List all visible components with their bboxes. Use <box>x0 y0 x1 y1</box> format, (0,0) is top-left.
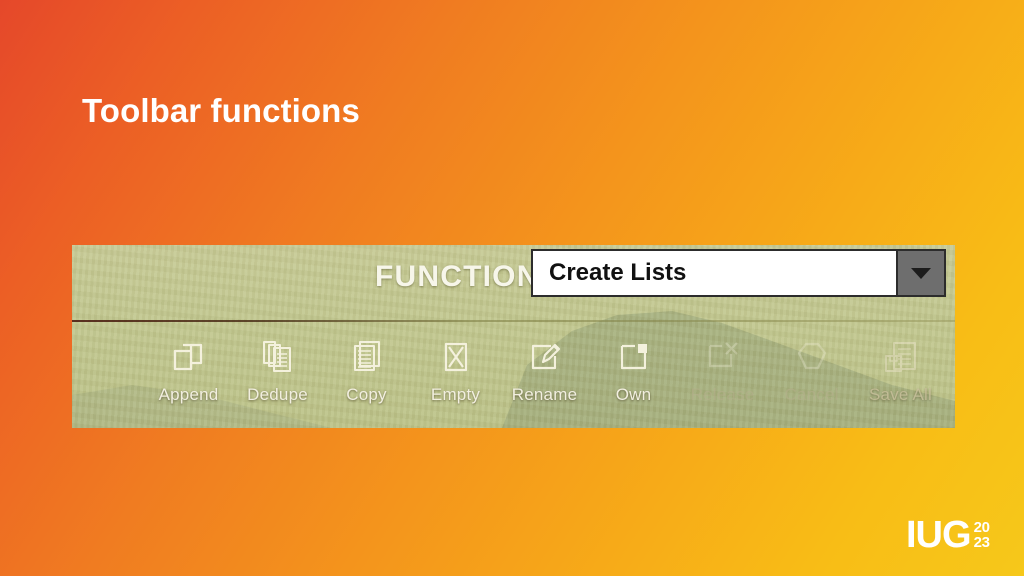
save-list-icon <box>883 336 919 378</box>
toolbar-button-label: Cancel <box>784 385 839 404</box>
logo-year-bottom: 23 <box>973 534 990 552</box>
page-title: Toolbar functions <box>82 92 360 129</box>
iug-2023-logo: IUG 20 23 <box>906 514 990 556</box>
logo-year: 20 23 <box>974 520 990 551</box>
duplicate-records-icon <box>260 336 296 378</box>
toolbar-button-save-all[interactable]: Save All <box>856 323 945 405</box>
toolbar-button-label: Rename <box>511 385 578 404</box>
slide: Toolbar functions FUNCTION Create Lists … <box>0 0 1024 576</box>
toolbar-button-dedupe[interactable]: Dedupe <box>233 323 322 405</box>
x-box-icon <box>440 336 472 378</box>
stop-hexagon-icon <box>795 336 829 378</box>
function-label: FUNCTION <box>375 260 540 293</box>
toolbar-button-label: Release <box>690 385 755 404</box>
folder-open-icon <box>171 336 207 378</box>
toolbar-button-label: Dedupe <box>247 385 308 404</box>
folder-x-icon <box>705 336 741 378</box>
toolbar-button-rename[interactable]: Rename <box>500 323 589 405</box>
function-dropdown[interactable]: Create Lists <box>531 249 946 297</box>
toolbar-button-empty[interactable]: Empty <box>411 323 500 405</box>
copy-documents-icon <box>350 336 384 378</box>
toolbar-button-label: Copy <box>346 385 387 404</box>
toolbar-button-copy[interactable]: Copy <box>322 323 411 405</box>
toolbar-button-append[interactable]: Append <box>144 323 233 405</box>
toolbar-button-cancel[interactable]: Cancel <box>767 323 856 405</box>
toolbar-screenshot: FUNCTION Create Lists Append Dedupe Copy… <box>72 245 955 428</box>
toolbar-button-label: Empty <box>430 385 481 404</box>
pencil-edit-icon <box>527 336 563 378</box>
toolbar-button-own[interactable]: Own <box>589 323 678 405</box>
toolbar-buttons: Append Dedupe Copy Empty Rename Own Rele… <box>72 323 955 428</box>
function-bar: FUNCTION Create Lists <box>72 245 955 321</box>
folder-lock-icon <box>617 336 651 378</box>
toolbar-button-label: Append <box>158 385 219 404</box>
toolbar-button-release[interactable]: Release <box>678 323 767 405</box>
logo-year-top: 20 <box>973 519 990 536</box>
logo-main-text: IUG <box>906 514 972 556</box>
toolbar-button-label: Save All <box>868 385 933 404</box>
caret-shape <box>911 267 931 279</box>
toolbar-button-label: Own <box>615 385 652 404</box>
function-dropdown-value[interactable]: Create Lists <box>533 251 896 295</box>
toolbar-divider <box>72 320 955 322</box>
chevron-down-icon[interactable] <box>896 251 944 295</box>
